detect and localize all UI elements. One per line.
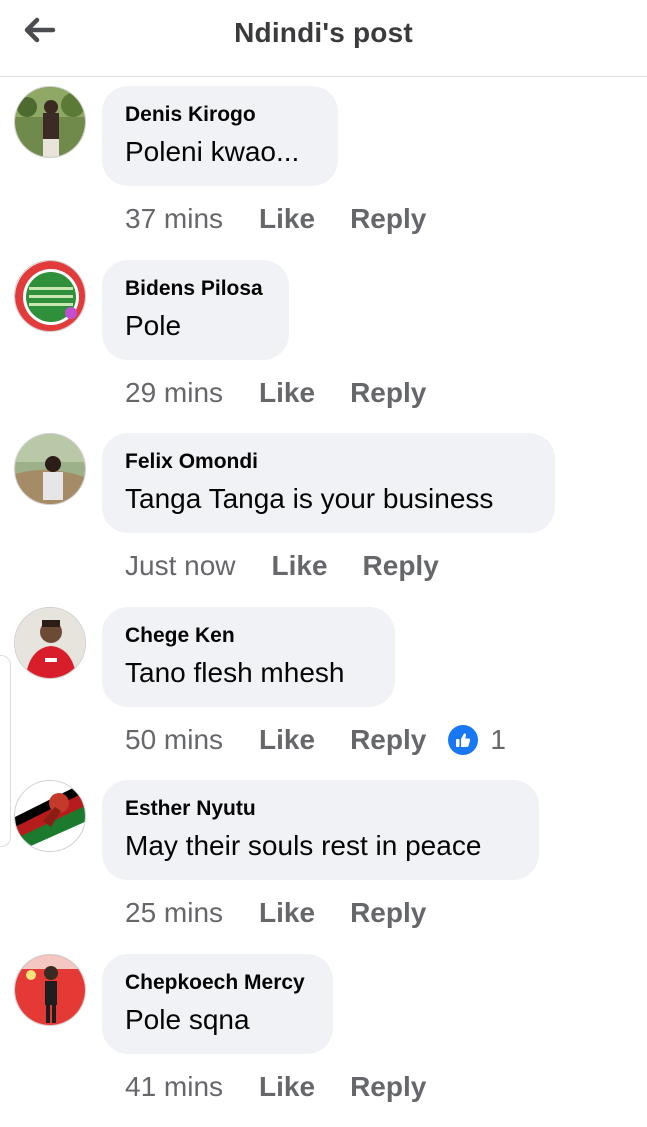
comment-time[interactable]: 25 mins [125,897,223,929]
thumbs-up-icon [448,725,478,755]
reaction-summary[interactable]: 1 [448,724,506,756]
comment-meta: 25 mins Like Reply [125,893,461,933]
comment-bubble[interactable]: Chege Ken Tano flesh mhesh [102,607,395,707]
comment-author[interactable]: Bidens Pilosa [125,277,263,301]
avatar[interactable] [14,260,86,332]
reply-button[interactable]: Reply [363,550,439,582]
comment-text: Pole [125,310,181,342]
reply-button[interactable]: Reply [350,724,426,756]
comment-author[interactable]: Chege Ken [125,624,235,648]
like-button[interactable]: Like [259,377,315,409]
avatar[interactable] [14,433,86,505]
reply-button[interactable]: Reply [350,203,426,235]
comment-time[interactable]: Just now [125,550,236,582]
reply-button[interactable]: Reply [350,1071,426,1103]
like-button[interactable]: Like [272,550,328,582]
comment-author[interactable]: Denis Kirogo [125,103,256,127]
like-button[interactable]: Like [259,724,315,756]
comment-item: Chege Ken Tano flesh mhesh 50 mins Like … [0,607,647,781]
comment-time[interactable]: 41 mins [125,1071,223,1103]
comment-meta: 37 mins Like Reply [125,199,461,239]
comment-meta: 41 mins Like Reply [125,1067,461,1107]
reply-button[interactable]: Reply [350,377,426,409]
comment-time[interactable]: 37 mins [125,203,223,235]
comment-text: Tanga Tanga is your business [125,483,493,515]
comment-text: Pole sqna [125,1004,250,1036]
comment-item: Chepkoech Mercy Pole sqna 41 mins Like R… [0,954,647,1127]
avatar[interactable] [14,954,86,1026]
reply-button[interactable]: Reply [350,897,426,929]
comment-item: Felix Omondi Tanga Tanga is your busines… [0,433,647,607]
comment-author[interactable]: Felix Omondi [125,450,258,474]
like-button[interactable]: Like [259,1071,315,1103]
comment-text: Tano flesh mhesh [125,657,344,689]
comment-time[interactable]: 50 mins [125,724,223,756]
page-title: Ndindi's post [0,17,647,49]
comment-meta: Just now Like Reply [125,546,474,586]
comment-bubble[interactable]: Esther Nyutu May their souls rest in pea… [102,780,539,880]
comment-bubble[interactable]: Bidens Pilosa Pole [102,260,289,360]
avatar[interactable] [14,86,86,158]
post-header: Ndindi's post [0,0,647,77]
comment-bubble[interactable]: Chepkoech Mercy Pole sqna [102,954,333,1054]
like-button[interactable]: Like [259,897,315,929]
comment-text: Poleni kwao... [125,136,299,168]
comment-bubble[interactable]: Felix Omondi Tanga Tanga is your busines… [102,433,555,533]
comment-time[interactable]: 29 mins [125,377,223,409]
comment-item: Denis Kirogo Poleni kwao... 37 mins Like… [0,86,647,260]
comment-list: Denis Kirogo Poleni kwao... 37 mins Like… [0,86,647,1127]
comment-author[interactable]: Esther Nyutu [125,797,256,821]
comment-bubble[interactable]: Denis Kirogo Poleni kwao... [102,86,338,186]
reaction-count: 1 [490,724,506,756]
comment-item: Bidens Pilosa Pole 29 mins Like Reply [0,260,647,434]
comment-item: Esther Nyutu May their souls rest in pea… [0,780,647,954]
comment-text: May their souls rest in peace [125,830,481,862]
comment-meta: 50 mins Like Reply 1 [125,720,506,760]
like-button[interactable]: Like [259,203,315,235]
avatar[interactable] [14,780,86,852]
avatar[interactable] [14,607,86,679]
comment-author[interactable]: Chepkoech Mercy [125,971,305,995]
comment-meta: 29 mins Like Reply [125,373,461,413]
